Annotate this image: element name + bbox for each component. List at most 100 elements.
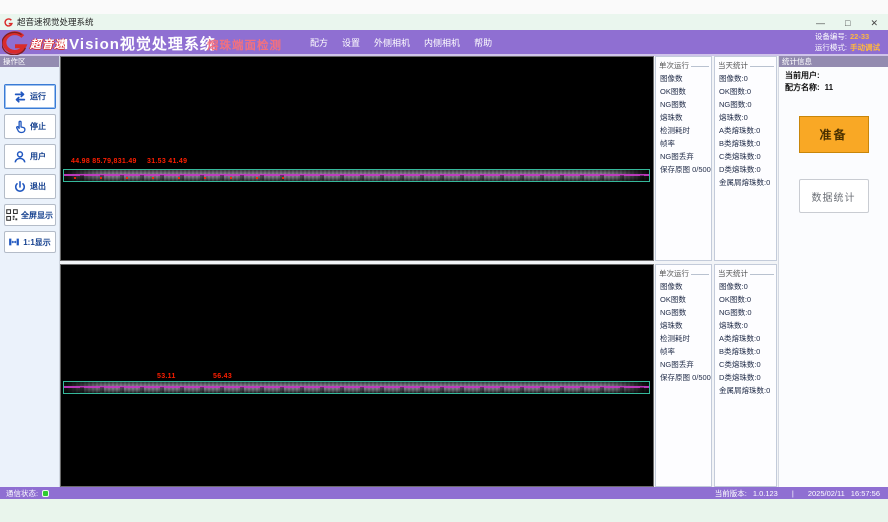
one-to-one-icon <box>8 236 20 248</box>
stat-row: 检测耗时 <box>656 332 711 345</box>
info-panel-title: 统计信息 <box>779 56 888 67</box>
statistics-column: 单次运行 图像数 OK图数 NG图数 熔珠数 检测耗时 帧率 NG图丢弃 保存原… <box>654 56 778 487</box>
app-icon <box>4 18 13 27</box>
stat-row: A类熔珠数:0 <box>715 124 776 137</box>
stat-row: NG图丢弃 <box>656 150 711 163</box>
brand-logo-icon <box>2 31 28 55</box>
operation-sidebar: 操作区 运行 停止 用户 <box>0 56 60 487</box>
run-mode-value: 手动调试 <box>850 43 880 52</box>
status-separator: | <box>792 489 794 498</box>
header-info: 设备编号:22-33 运行模式:手动调试 <box>815 31 880 53</box>
qr-grid-icon <box>6 209 18 221</box>
stat-row: 熔珠数:0 <box>715 319 776 332</box>
recipe-name-row: 配方名称:11 <box>785 82 882 94</box>
current-user-label: 当前用户: <box>785 71 820 80</box>
stat-row: NG图数:0 <box>715 98 776 111</box>
stat-row: 金属屑熔珠数:0 <box>715 176 776 189</box>
stat-row: NG图数 <box>656 98 711 111</box>
one-to-one-display-button[interactable]: 1:1显示 <box>4 231 56 253</box>
outer-camera-view[interactable]: 44.98 85.79,831.49 31.53 41.49 <box>60 56 654 261</box>
stat-row: D类熔珠数:0 <box>715 163 776 176</box>
menu-item-settings[interactable]: 设置 <box>342 36 360 49</box>
stat-row: 金属屑熔珠数:0 <box>715 384 776 397</box>
stat-row: D类熔珠数:0 <box>715 371 776 384</box>
weld-strip-image <box>63 381 650 394</box>
single-run-box: 单次运行 图像数 OK图数 NG图数 熔珠数 检测耗时 帧率 NG图丢弃 保存原… <box>655 264 712 487</box>
daily-stats-title: 当天统计 <box>718 268 748 279</box>
camera-viewports: 44.98 85.79,831.49 31.53 41.49 53.11 56.… <box>60 56 654 487</box>
desktop-margin <box>0 499 888 522</box>
measurement-annotation: 44.98 85.79,831.49 <box>71 158 137 165</box>
stat-row: 保存原图 0/500 <box>656 371 711 384</box>
stat-row: OK图数:0 <box>715 293 776 306</box>
stat-row: OK图数 <box>656 293 711 306</box>
statistics-info-panel: 统计信息 当前用户: 配方名称:11 准备 数据统计 <box>778 56 888 487</box>
hand-pointer-icon <box>13 120 27 134</box>
main-area: 操作区 运行 停止 用户 <box>0 56 888 487</box>
menu-item-help[interactable]: 帮助 <box>474 36 492 49</box>
status-bar: 通信状态: 当前版本: 1.0.123 | 2025/02/11 16:57:5… <box>0 487 888 499</box>
run-mode-label: 运行模式: <box>815 43 847 52</box>
inner-camera-view[interactable]: 53.11 56.43 <box>60 264 654 487</box>
stat-row: 熔珠数:0 <box>715 111 776 124</box>
stat-row: 图像数:0 <box>715 280 776 293</box>
run-swap-arrows-icon <box>13 90 27 104</box>
device-id-label: 设备编号: <box>815 32 847 41</box>
prepare-button[interactable]: 准备 <box>799 116 869 153</box>
recipe-name-label: 配方名称: <box>785 83 820 92</box>
stat-row: OK图数 <box>656 85 711 98</box>
version-value: 1.0.123 <box>753 489 778 498</box>
stat-row: 图像数:0 <box>715 72 776 85</box>
current-user-row: 当前用户: <box>785 70 882 82</box>
app-subtitle: 熔珠端面检测 <box>207 37 282 53</box>
user-button[interactable]: 用户 <box>4 144 56 169</box>
single-run-box: 单次运行 图像数 OK图数 NG图数 熔珠数 检测耗时 帧率 NG图丢弃 保存原… <box>655 56 712 261</box>
close-button[interactable]: ✕ <box>870 18 878 28</box>
app-title: IVision视觉处理系统 <box>64 33 216 54</box>
stat-row: 检测耗时 <box>656 124 711 137</box>
stats-group-outer: 单次运行 图像数 OK图数 NG图数 熔珠数 检测耗时 帧率 NG图丢弃 保存原… <box>655 56 777 261</box>
window-title: 超音速视觉处理系统 <box>17 16 94 28</box>
fullscreen-display-button[interactable]: 全屏显示 <box>4 204 56 226</box>
measurement-annotation: 31.53 41.49 <box>147 158 187 165</box>
power-icon <box>13 180 27 194</box>
user-icon <box>13 150 27 164</box>
stat-row: 图像数 <box>656 280 711 293</box>
single-run-title: 单次运行 <box>659 60 689 71</box>
data-statistics-button[interactable]: 数据统计 <box>799 179 869 213</box>
brand-name: 超音速 <box>30 36 66 52</box>
stat-row: NG图数:0 <box>715 306 776 319</box>
daily-stats-box: 当天统计 图像数:0 OK图数:0 NG图数:0 熔珠数:0 A类熔珠数:0 B… <box>714 264 777 487</box>
stat-row: 帧率 <box>656 137 711 150</box>
measurement-annotation: 53.11 <box>157 373 176 380</box>
menu-item-recipe[interactable]: 配方 <box>310 36 328 49</box>
stat-row: C类熔珠数:0 <box>715 150 776 163</box>
stat-row: A类熔珠数:0 <box>715 332 776 345</box>
stat-row: 图像数 <box>656 72 711 85</box>
menu-bar: 配方 设置 外侧相机 内侧相机 帮助 <box>310 30 492 54</box>
maximize-button[interactable]: □ <box>845 18 850 28</box>
device-id-value: 22-33 <box>850 32 869 41</box>
minimize-button[interactable]: — <box>816 18 825 28</box>
menu-item-outer-camera[interactable]: 外侧相机 <box>374 36 410 49</box>
app-header: 超音速 IVision视觉处理系统 熔珠端面检测 配方 设置 外侧相机 内侧相机… <box>0 30 888 56</box>
stat-row: NG图数 <box>656 306 711 319</box>
daily-stats-box: 当天统计 图像数:0 OK图数:0 NG图数:0 熔珠数:0 A类熔珠数:0 B… <box>714 56 777 261</box>
stat-row: B类熔珠数:0 <box>715 345 776 358</box>
stat-row: 保存原图 0/500 <box>656 163 711 176</box>
run-button[interactable]: 运行 <box>4 84 56 109</box>
stat-row: C类熔珠数:0 <box>715 358 776 371</box>
stat-row: 熔珠数 <box>656 111 711 124</box>
measurement-annotation: 56.43 <box>213 373 232 380</box>
stat-row: B类熔珠数:0 <box>715 137 776 150</box>
single-run-title: 单次运行 <box>659 268 689 279</box>
menu-item-inner-camera[interactable]: 内侧相机 <box>424 36 460 49</box>
status-time: 16:57:56 <box>851 489 880 498</box>
stats-group-inner: 单次运行 图像数 OK图数 NG图数 熔珠数 检测耗时 帧率 NG图丢弃 保存原… <box>655 264 777 487</box>
app-window: 超音速视觉处理系统 — □ ✕ 超音速 IVision视觉处理系统 熔珠端面检测… <box>0 0 888 522</box>
stop-button[interactable]: 停止 <box>4 114 56 139</box>
version-label: 当前版本: <box>715 488 747 499</box>
stat-row: 熔珠数 <box>656 319 711 332</box>
bead-tick-marks <box>74 177 304 179</box>
exit-button[interactable]: 退出 <box>4 174 56 199</box>
